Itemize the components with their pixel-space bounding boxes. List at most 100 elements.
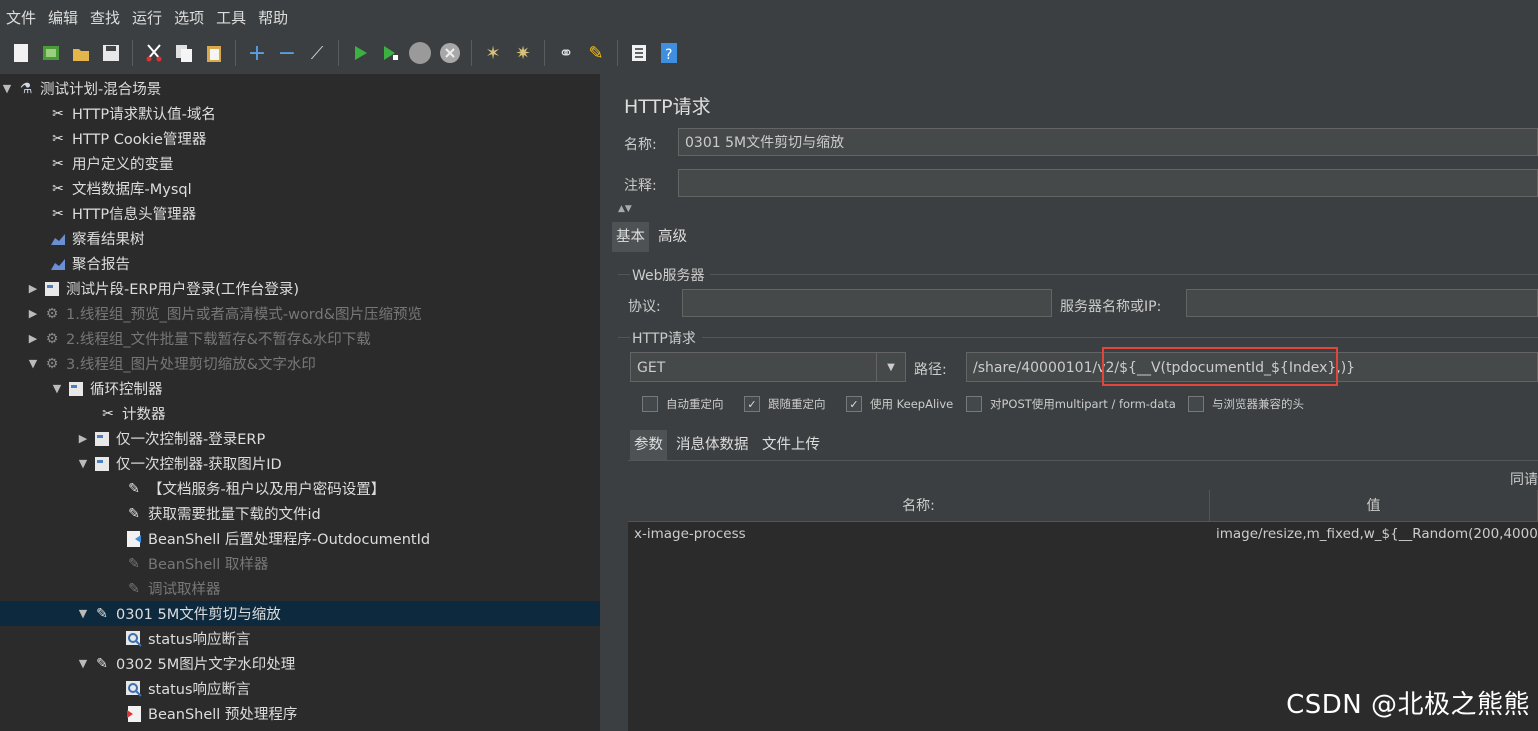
method-select[interactable]: GET [630,352,906,382]
tree-node-aggregate-report[interactable]: 聚合报告 [0,251,600,276]
collapse-arrow-icon[interactable]: ▼ [50,382,64,395]
chevron-down-icon[interactable]: ▼ [876,353,905,381]
wrench-icon: ✂ [52,155,64,172]
auto-redirect-checkbox[interactable]: 自动重定向 [642,396,724,412]
split-pane-divider[interactable] [600,74,610,731]
keepalive-checkbox[interactable]: ✓ 使用 KeepAlive [846,396,953,412]
menu-edit[interactable]: 编辑 [42,7,84,28]
menu-search[interactable]: 查找 [84,7,126,28]
expand-icon[interactable]: + [245,41,269,66]
tree-node-0302[interactable]: ▼ ✎ 0302 5M图片文字水印处理 [0,651,600,676]
tree-node-assertion-2[interactable]: status响应断言 [0,676,600,701]
tree-node-header-manager[interactable]: ✂ HTTP信息头管理器 [0,201,600,226]
checkbox-box [1188,396,1204,412]
tree-node-user-variables[interactable]: ✂ 用户定义的变量 [0,151,600,176]
tree-node-thread-group-1[interactable]: ▶ ⚙ 1.线程组_预览_图片或者高清模式-word&图片压缩预览 [0,301,600,326]
controller-icon [66,379,86,399]
collapse-icon[interactable]: − [275,41,299,66]
group-border [618,274,630,275]
follow-redirect-checkbox[interactable]: ✓ 跟随重定向 [744,396,826,412]
new-icon[interactable] [9,41,33,65]
tree-node-results-tree[interactable]: 察看结果树 [0,226,600,251]
menu-help[interactable]: 帮助 [252,7,294,28]
tree-node-once-image-id[interactable]: ▼ 仅一次控制器-获取图片ID [0,451,600,476]
tree-node-0301-selected[interactable]: ▼ ✎ 0301 5M文件剪切与缩放 [0,601,600,626]
cut-icon[interactable] [142,41,166,65]
expand-arrow-icon[interactable]: ▶ [26,307,40,320]
tab-body-data[interactable]: 消息体数据 [672,430,753,460]
tree-node-assertion-1[interactable]: status响应断言 [0,626,600,651]
tree-node-cookie-manager[interactable]: ✂ HTTP Cookie管理器 [0,126,600,151]
copy-icon[interactable] [172,41,196,65]
tree-node-thread-group-2[interactable]: ▶ ⚙ 2.线程组_文件批量下载暂存&不暂存&水印下载 [0,326,600,351]
browser-headers-checkbox[interactable]: 与浏览器兼容的头 [1188,396,1304,412]
test-plan-tree: ▼ ⚗ 测试计划-混合场景 ✂ HTTP请求默认值-域名 ✂ HTTP Cookie管理… [0,74,600,731]
collapse-arrow-icon[interactable]: ▼ [76,657,90,670]
function-helper-icon[interactable] [627,41,651,65]
save-icon[interactable] [99,41,123,65]
toolbar-separator [617,40,618,66]
shutdown-icon[interactable] [438,41,462,65]
open-icon[interactable] [69,41,93,65]
tree-node-counter[interactable]: ✂ 计数器 [0,401,600,426]
menu-options[interactable]: 选项 [168,7,210,28]
menu-run[interactable]: 运行 [126,7,168,28]
start-icon[interactable] [348,41,372,65]
magnifier-icon [124,629,144,649]
tree-node-http-defaults[interactable]: ✂ HTTP请求默认值-域名 [0,101,600,126]
protocol-field[interactable] [682,289,1052,317]
tab-parameters[interactable]: 参数 [630,430,667,460]
tab-file-upload[interactable]: 文件上传 [758,430,824,460]
expand-arrow-icon[interactable]: ▶ [26,282,40,295]
tree-node-mysql[interactable]: ✂ 文档数据库-Mysql [0,176,600,201]
graph-icon [48,229,68,249]
protocol-label: 协议: [628,299,661,315]
tree-node-beanshell-sampler[interactable]: ✎ BeanShell 取样器 [0,551,600,576]
multipart-checkbox[interactable]: 对POST使用multipart / form-data [966,396,1176,412]
column-header-name[interactable]: 名称: [628,490,1210,522]
tree-node-get-file-id[interactable]: ✎ 获取需要批量下载的文件id [0,501,600,526]
tree-node-thread-group-3[interactable]: ▼ ⚙ 3.线程组_图片处理剪切缩放&文字水印 [0,351,600,376]
pipette-icon: ✎ [96,655,108,672]
gear-icon: ⚙ [45,305,59,322]
server-field[interactable] [1186,289,1538,317]
tree-node-doc-service[interactable]: ✎ 【文档服务-租户以及用户密码设置】 [0,476,600,501]
column-header-value[interactable]: 值 [1210,490,1538,522]
help-icon[interactable]: ? [657,41,681,65]
clear-all-icon[interactable]: ✷ [511,41,535,65]
controller-icon [92,454,112,474]
stop-icon[interactable] [408,41,432,65]
toggle-icon[interactable]: ⟋ [305,41,329,65]
comment-field[interactable] [678,169,1538,197]
templates-icon[interactable] [39,41,63,65]
wrench-icon: ✂ [52,180,64,197]
start-no-pause-icon[interactable] [378,41,402,65]
wrench-icon: ✂ [52,130,64,147]
tab-basic[interactable]: 基本 [612,222,649,252]
name-field[interactable]: 0301 5M文件剪切与缩放 [678,128,1538,156]
collapse-toggle-icon[interactable]: ▲▼ [618,204,632,214]
tree-node-loop-controller[interactable]: ▼ 循环控制器 [0,376,600,401]
clear-icon[interactable]: ✶ [481,41,505,65]
param-name-cell[interactable]: x-image-process [628,522,1210,546]
menu-file[interactable]: 文件 [0,7,42,28]
tree-node-test-plan[interactable]: ▼ ⚗ 测试计划-混合场景 [0,76,600,101]
collapse-arrow-icon[interactable]: ▼ [76,607,90,620]
tree-node-once-login[interactable]: ▶ 仅一次控制器-登录ERP [0,426,600,451]
search-icon[interactable]: ⚭ [554,41,578,65]
tree-node-beanshell-post[interactable]: BeanShell 后置处理程序-OutdocumentId [0,526,600,551]
tree-node-beanshell-pre[interactable]: BeanShell 预处理程序 [0,701,600,726]
expand-arrow-icon[interactable]: ▶ [76,432,90,445]
tab-advanced[interactable]: 高级 [654,222,691,252]
menu-tools[interactable]: 工具 [210,7,252,28]
toolbar-separator [544,40,545,66]
tree-node-debug-sampler[interactable]: ✎ 调试取样器 [0,576,600,601]
param-value-cell[interactable]: image/resize,m_fixed,w_${__Random(200,40… [1210,522,1538,546]
paste-icon[interactable] [202,41,226,65]
collapse-arrow-icon[interactable]: ▼ [0,82,14,95]
collapse-arrow-icon[interactable]: ▼ [76,457,90,470]
collapse-arrow-icon[interactable]: ▼ [26,357,40,370]
reset-search-icon[interactable]: ✎ [584,41,608,65]
expand-arrow-icon[interactable]: ▶ [26,332,40,345]
tree-node-test-fragment[interactable]: ▶ 测试片段-ERP用户登录(工作台登录) [0,276,600,301]
